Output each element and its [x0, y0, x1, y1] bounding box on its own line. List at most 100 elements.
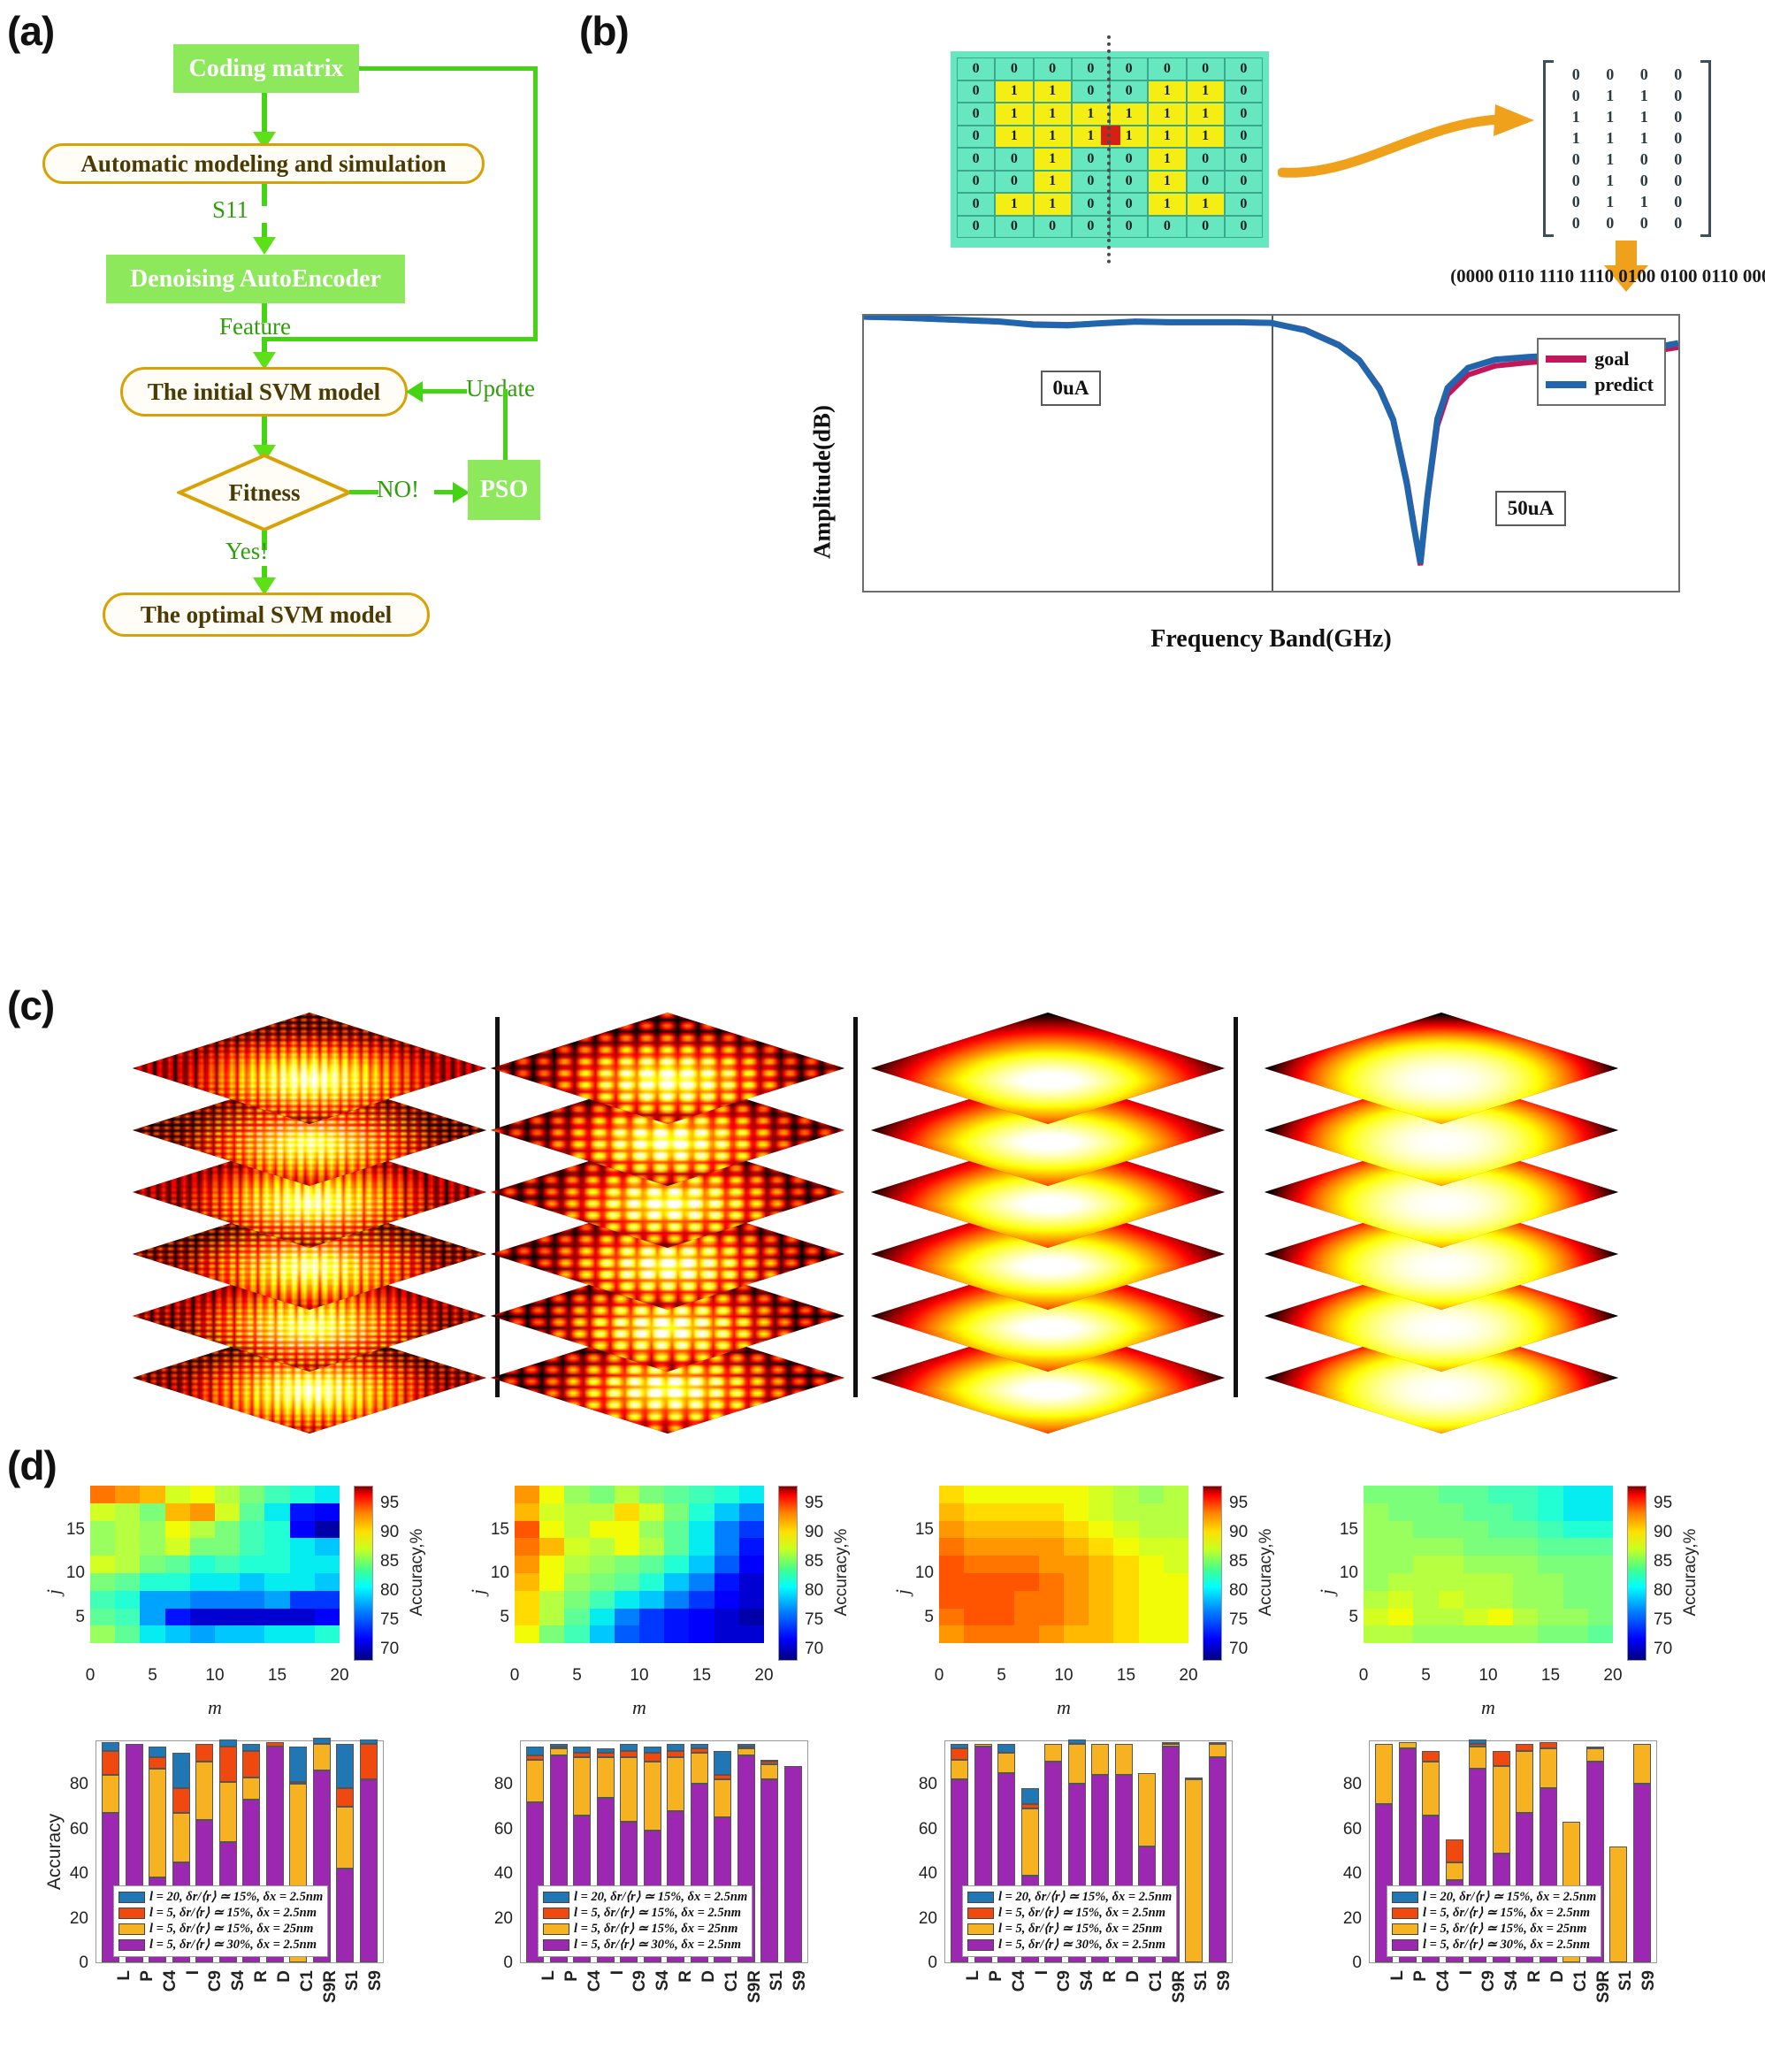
coding-grid-cell[interactable]: 1	[1033, 193, 1072, 216]
coding-grid-cell[interactable]: 1	[1033, 170, 1072, 193]
coding-grid-cell[interactable]: 0	[1224, 170, 1263, 193]
coding-grid-cell[interactable]: 0	[957, 80, 996, 103]
heatmap-plot[interactable]	[515, 1486, 764, 1661]
heatmap-cell	[1113, 1520, 1139, 1539]
coding-grid-cell[interactable]: 1	[1110, 103, 1149, 126]
node-optimal-svm[interactable]: The optimal SVM model	[103, 593, 430, 637]
coding-grid-cell[interactable]: 0	[957, 125, 996, 148]
barchart-x-tick: S9	[791, 1970, 810, 1992]
coding-grid-cell[interactable]: 1	[1033, 148, 1072, 171]
coding-grid-cell[interactable]: 0	[1224, 80, 1263, 103]
coding-grid-cell[interactable]: 1	[1033, 103, 1072, 126]
barchart-x-tick: S9R	[320, 1970, 340, 2003]
coding-grid-cell[interactable]: 1	[1071, 103, 1110, 126]
bar-segment	[1020, 1788, 1039, 1805]
coding-grid-cell[interactable]: 0	[1224, 193, 1263, 216]
coding-grid-cell[interactable]: 0	[957, 170, 996, 193]
coding-grid-cell[interactable]: 0	[1071, 80, 1110, 103]
coding-grid-cell[interactable]: 0	[957, 103, 996, 126]
center-marker[interactable]	[1101, 126, 1120, 145]
coding-grid-cell[interactable]: 0	[1071, 215, 1110, 238]
node-pso[interactable]: PSO	[468, 460, 540, 520]
coding-grid-cell[interactable]: 1	[1186, 193, 1225, 216]
coding-grid-cell[interactable]: 0	[1186, 215, 1225, 238]
coding-grid-cell[interactable]: 0	[1186, 148, 1225, 171]
coding-grid-cell[interactable]: 0	[1071, 193, 1110, 216]
coding-grid-cell[interactable]: 0	[1110, 57, 1149, 80]
coding-grid-cell[interactable]: 0	[1148, 57, 1187, 80]
bar-segment	[102, 1750, 120, 1776]
coding-grid-cell[interactable]: 1	[995, 80, 1034, 103]
coding-grid-cell[interactable]: 1	[1033, 80, 1072, 103]
coding-grid-cell[interactable]: 0	[1033, 215, 1072, 238]
coding-grid-cell[interactable]: 1	[1148, 148, 1187, 171]
node-initial-svm[interactable]: The initial SVM model	[120, 367, 408, 417]
coding-grid-cell[interactable]: 1	[995, 103, 1034, 126]
coding-grid-cell[interactable]: 1	[1148, 125, 1187, 148]
coding-grid-cell[interactable]: 0	[1110, 148, 1149, 171]
heatmap-cell	[714, 1590, 739, 1609]
coding-grid-cell[interactable]: 0	[1110, 215, 1149, 238]
heatmap-cell	[1038, 1590, 1064, 1609]
coding-grid-cell[interactable]: 1	[1186, 103, 1225, 126]
heatmap-cell	[1438, 1486, 1463, 1503]
node-automatic-modeling[interactable]: Automatic modeling and simulation	[42, 143, 485, 184]
table-row[interactable]	[336, 1744, 355, 1962]
coding-grid-cell[interactable]: 0	[1033, 57, 1072, 80]
coding-grid-cell[interactable]: 0	[957, 215, 996, 238]
node-fitness[interactable]: Fitness	[177, 453, 352, 532]
coding-grid-cell[interactable]: 1	[1148, 103, 1187, 126]
coding-grid-cell[interactable]: 0	[1071, 170, 1110, 193]
heatmap-plot[interactable]	[939, 1486, 1188, 1661]
coding-grid-cell[interactable]: 0	[1224, 125, 1263, 148]
coding-grid-cell[interactable]: 0	[1224, 148, 1263, 171]
node-denoising-autoencoder[interactable]: Denoising AutoEncoder	[106, 255, 405, 303]
table-row[interactable]	[1632, 1744, 1651, 1962]
coding-grid-cell[interactable]: 0	[1110, 80, 1149, 103]
coding-grid-cell[interactable]: 1	[995, 193, 1034, 216]
coding-grid-cell[interactable]: 1	[1148, 80, 1187, 103]
table-row[interactable]	[1609, 1846, 1628, 1962]
node-coding-matrix[interactable]: Coding matrix	[173, 44, 359, 93]
output-matrix: 0 0 0 0 0 1 1 0 1 1 1 0 1 1 1 0 0 1 0 0 0 1 0 0 0 1 1 0 0 0 0 0	[1543, 60, 1711, 237]
coding-grid-cell[interactable]: 0	[1110, 193, 1149, 216]
heatmap-plot[interactable]	[90, 1486, 340, 1661]
heatmap-plot[interactable]	[1364, 1486, 1613, 1661]
bar-segment	[218, 1746, 237, 1782]
heatmap-cell	[714, 1502, 739, 1521]
feedback-line-top	[359, 66, 538, 71]
coding-grid-cell[interactable]: 0	[1148, 215, 1187, 238]
heatmap-y-tick: 15	[490, 1519, 509, 1539]
legend-row: l = 5, δr/⟨r⟩ ≃ 15%, δx = 25nm	[967, 1922, 1172, 1937]
coding-grid-cell[interactable]: 0	[995, 215, 1034, 238]
coding-grid-cell[interactable]: 1	[1148, 193, 1187, 216]
coding-grid-cell[interactable]: 1	[1033, 125, 1072, 148]
heatmap-y-tick: 5	[500, 1607, 509, 1626]
table-row[interactable]	[760, 1759, 779, 1962]
coding-grid-cell[interactable]: 1	[1186, 125, 1225, 148]
coding-grid-cell[interactable]: 1	[1186, 80, 1225, 103]
coding-grid-cell[interactable]: 0	[1071, 57, 1110, 80]
bar-segment	[336, 1788, 355, 1807]
coding-grid-cell[interactable]: 0	[957, 193, 996, 216]
coding-grid-cell[interactable]: 0	[1186, 170, 1225, 193]
coding-grid-cell[interactable]: 0	[1071, 148, 1110, 171]
coding-grid-cell[interactable]: 0	[957, 57, 996, 80]
table-row[interactable]	[783, 1766, 802, 1962]
coding-grid-cell[interactable]: 0	[995, 148, 1034, 171]
coding-grid-cell[interactable]: 0	[1224, 57, 1263, 80]
coding-grid-cell[interactable]: 0	[1110, 170, 1149, 193]
coding-grid-cell[interactable]: 0	[957, 148, 996, 171]
table-row[interactable]	[1208, 1741, 1226, 1962]
table-row[interactable]	[1185, 1777, 1203, 1962]
coding-grid-cell[interactable]: 0	[995, 57, 1034, 80]
coding-grid-cell[interactable]: 1	[995, 125, 1034, 148]
coding-grid-cell[interactable]: 0	[1186, 57, 1225, 80]
coding-grid-cell[interactable]: 0	[995, 170, 1034, 193]
bar-segment	[242, 1777, 261, 1801]
coding-grid-cell[interactable]: 0	[1224, 103, 1263, 126]
matrix-cell: 0	[1571, 149, 1580, 168]
coding-grid-cell[interactable]: 0	[1224, 215, 1263, 238]
coding-grid-cell[interactable]: 1	[1148, 170, 1187, 193]
table-row[interactable]	[359, 1739, 378, 1962]
